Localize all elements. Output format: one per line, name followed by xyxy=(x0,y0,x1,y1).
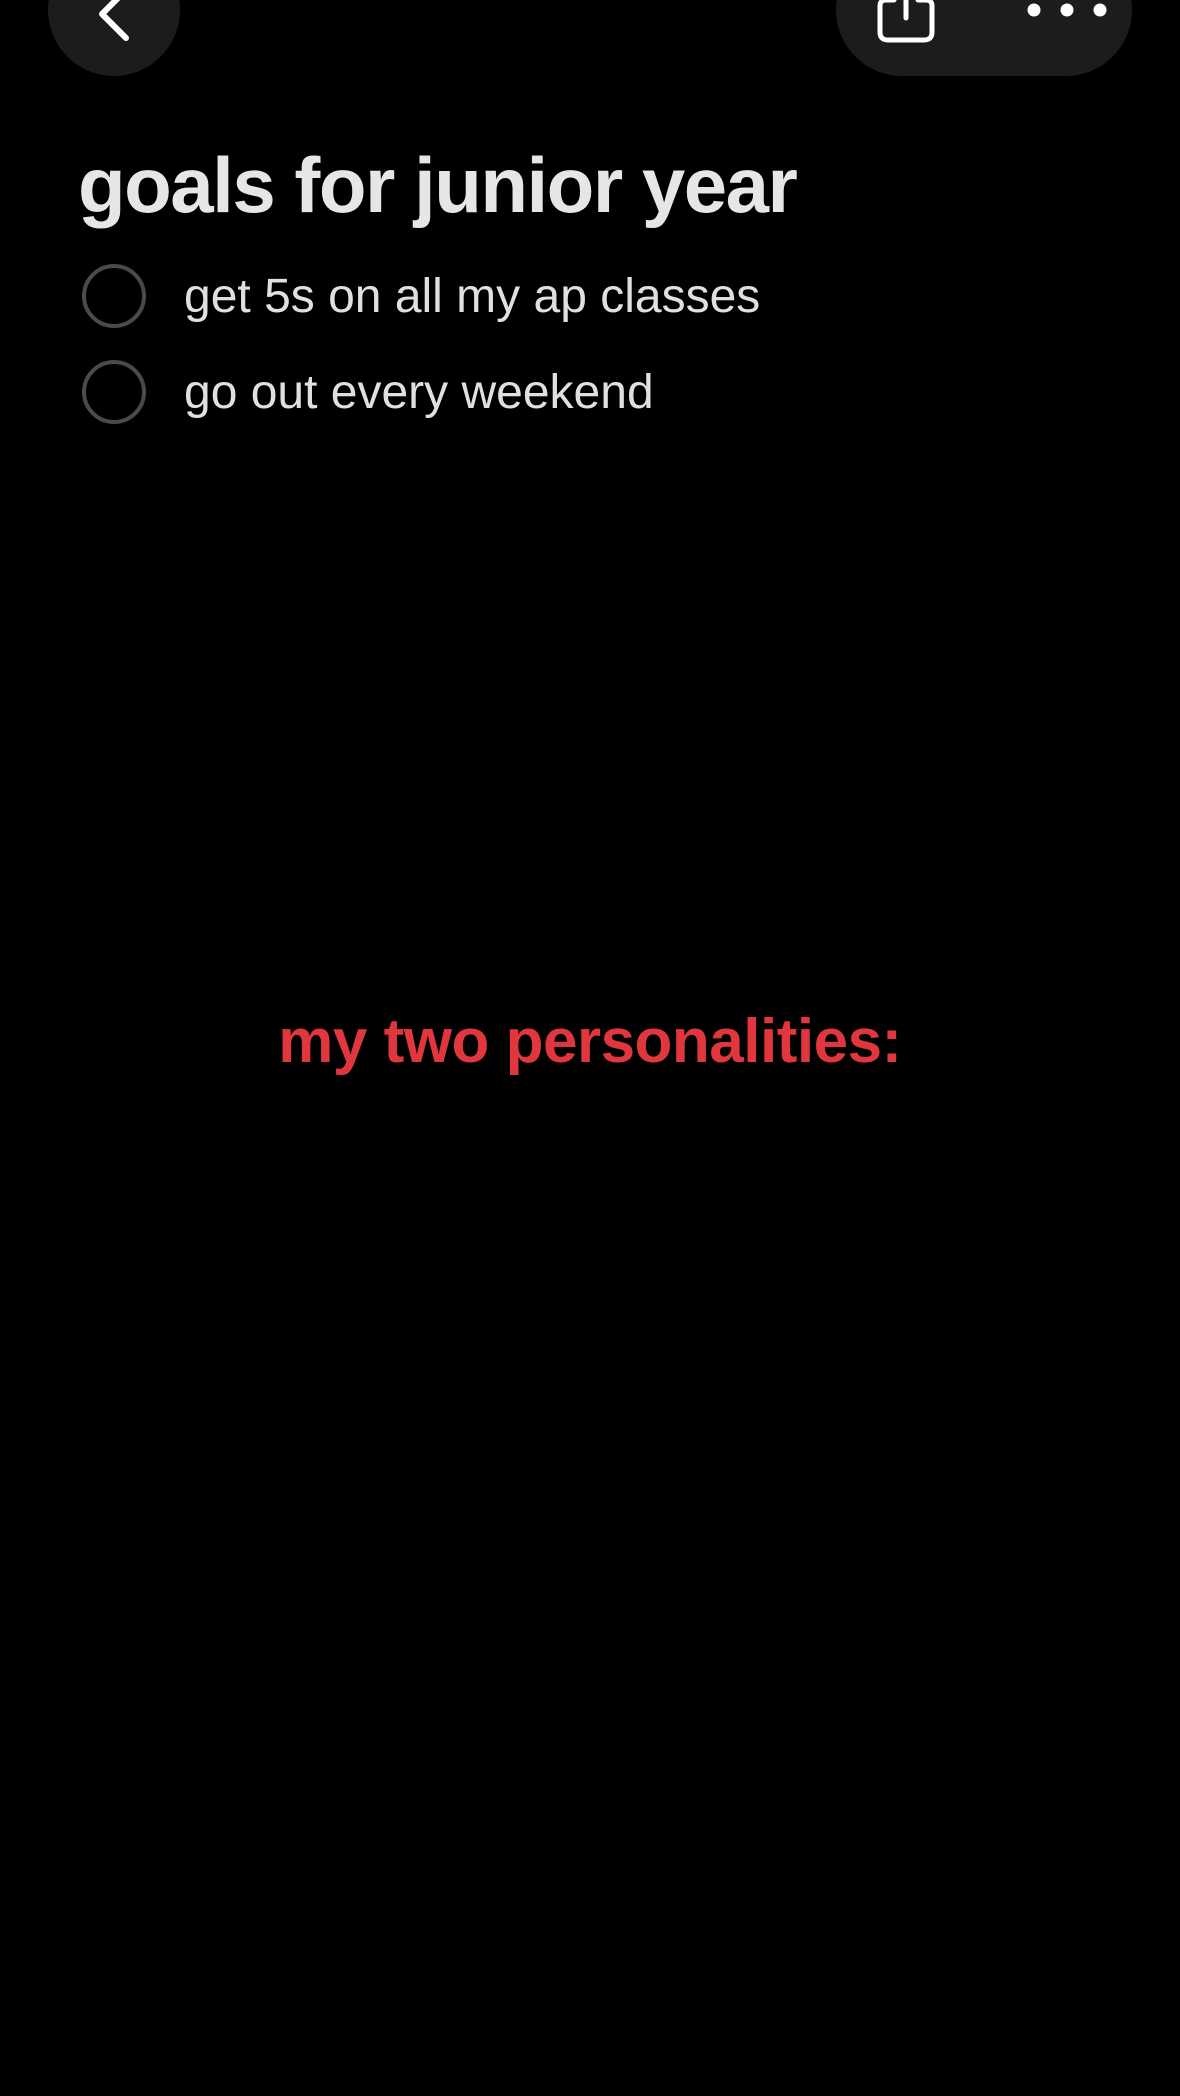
checkbox-circle-icon[interactable] xyxy=(82,264,146,328)
notes-screen: goals for junior year get 5s on all my a… xyxy=(0,0,1180,2096)
highlighted-note-text[interactable]: my two personalities: xyxy=(0,1006,1180,1077)
checklist-item[interactable]: get 5s on all my ap classes xyxy=(82,264,1122,328)
chevron-left-icon xyxy=(99,0,129,41)
checklist-item-label[interactable]: get 5s on all my ap classes xyxy=(184,269,760,324)
more-button[interactable] xyxy=(1022,0,1112,36)
share-icon xyxy=(877,0,935,43)
checklist-item-label[interactable]: go out every weekend xyxy=(184,365,654,420)
back-button[interactable] xyxy=(48,0,180,76)
ellipsis-icon xyxy=(1027,3,1107,17)
checklist: get 5s on all my ap classes go out every… xyxy=(82,264,1122,456)
checklist-item[interactable]: go out every weekend xyxy=(82,360,1122,424)
share-button[interactable] xyxy=(876,0,956,76)
checkbox-circle-icon[interactable] xyxy=(82,360,146,424)
note-title[interactable]: goals for junior year xyxy=(78,140,798,231)
toolbar-actions xyxy=(836,0,1132,76)
